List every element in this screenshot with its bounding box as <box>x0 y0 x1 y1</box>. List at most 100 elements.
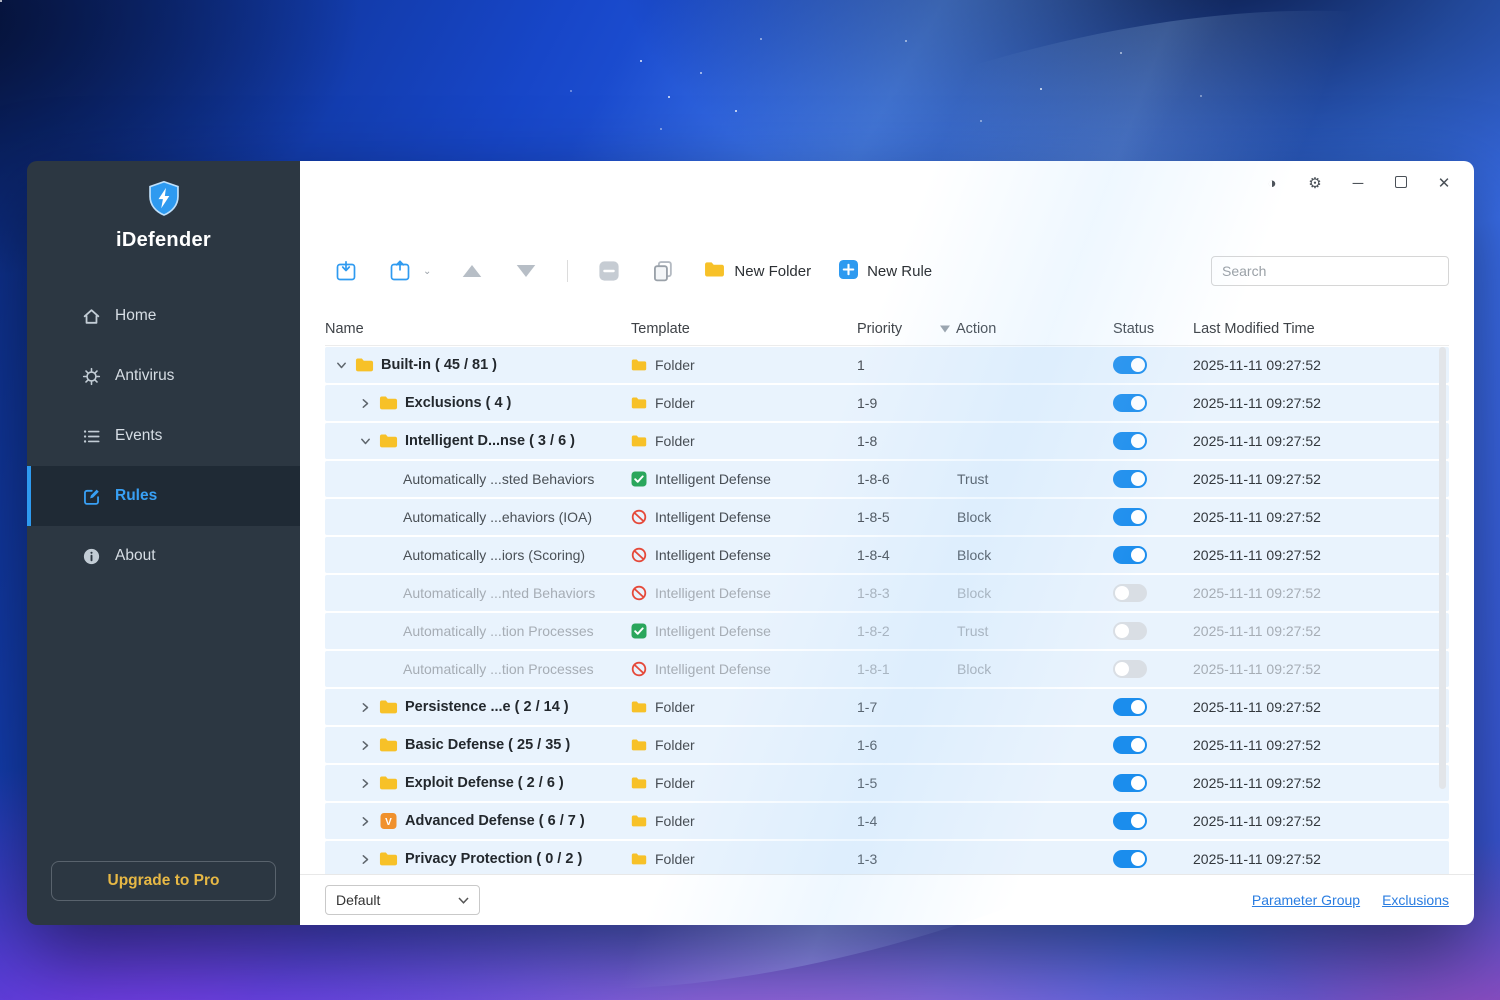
priority-cell: 1-8-3 <box>857 585 890 601</box>
column-header-status[interactable]: Status <box>1113 321 1193 337</box>
sidebar-item-label: Home <box>115 307 157 324</box>
template-cell: Folder <box>631 851 857 867</box>
template-label: Folder <box>655 737 695 753</box>
table-row[interactable]: Intelligent D...nse ( 3 / 6 ) Folder 1-8 20… <box>325 423 1449 459</box>
upgrade-to-pro-button[interactable]: Upgrade to Pro <box>51 861 276 901</box>
status-cell <box>1113 622 1193 640</box>
expander-expand-icon[interactable] <box>359 777 372 790</box>
folder-icon <box>355 357 374 373</box>
expander-collapse-icon[interactable] <box>359 435 372 448</box>
table-row[interactable]: Automatically ...iors (Scoring) Intellige… <box>325 537 1449 573</box>
sidebar-item-home[interactable]: Home <box>27 286 300 346</box>
expander-expand-icon[interactable] <box>359 739 372 752</box>
parameter-group-link[interactable]: Parameter Group <box>1252 892 1360 908</box>
status-cell <box>1113 850 1193 868</box>
table-row[interactable]: Automatically ...tion Processes Intellige… <box>325 651 1449 687</box>
sidebar-item-about[interactable]: About <box>27 526 300 586</box>
theme-contrast-icon[interactable]: ◑ <box>1264 176 1280 192</box>
priority-cell: 1-8 <box>857 433 878 449</box>
table-row[interactable]: Exploit Defense ( 2 / 6 ) Folder 1-5 2025-1… <box>325 765 1449 801</box>
expander-collapse-icon[interactable] <box>335 359 348 372</box>
status-toggle[interactable] <box>1113 736 1147 754</box>
rule-name-cell: Automatically ...tion Processes <box>325 661 631 677</box>
table-row[interactable]: Basic Defense ( 25 / 35 ) Folder 1-6 2025-1… <box>325 727 1449 763</box>
modified-time-cell: 2025-11-11 09:27:52 <box>1193 547 1321 563</box>
table-row[interactable]: Automatically ...tion Processes Intellige… <box>325 613 1449 649</box>
vertical-scrollbar[interactable] <box>1439 347 1446 789</box>
status-toggle[interactable] <box>1113 432 1147 450</box>
expander-expand-icon[interactable] <box>359 397 372 410</box>
new-folder-button[interactable]: New Folder <box>704 260 811 283</box>
folder-icon <box>379 699 398 715</box>
home-icon <box>82 307 101 326</box>
export-options-caret-icon[interactable]: ⌄ <box>423 266 431 277</box>
template-cell: Intelligent Defense <box>631 471 857 487</box>
column-header-modified[interactable]: Last Modified Time <box>1193 321 1449 337</box>
status-toggle[interactable] <box>1113 470 1147 488</box>
rule-name: Advanced Defense ( 6 / 7 ) <box>405 813 585 829</box>
modified-time-cell: 2025-11-11 09:27:52 <box>1193 395 1321 411</box>
action-cell: Trust <box>957 471 989 487</box>
expander-expand-icon[interactable] <box>359 815 372 828</box>
block-prohibit-icon <box>631 547 647 563</box>
search-input[interactable] <box>1211 256 1449 286</box>
status-toggle[interactable] <box>1113 622 1147 640</box>
svg-text:V: V <box>385 817 392 828</box>
priority-cell: 1-5 <box>857 775 878 791</box>
rule-name: Built-in ( 45 / 81 ) <box>381 357 498 373</box>
table-row[interactable]: V Advanced Defense ( 6 / 7 ) Folder 1-4 2025… <box>325 803 1449 839</box>
modified-time-cell: 2025-11-11 09:27:52 <box>1193 471 1321 487</box>
move-up-icon[interactable] <box>459 258 485 284</box>
export-rules-icon[interactable] <box>387 258 413 284</box>
action-filter-icon[interactable] <box>940 325 950 333</box>
move-down-icon[interactable] <box>513 258 539 284</box>
group-select-dropdown[interactable]: Default <box>325 885 480 915</box>
status-toggle[interactable] <box>1113 774 1147 792</box>
status-toggle[interactable] <box>1113 546 1147 564</box>
new-rule-button[interactable]: New Rule <box>839 259 932 283</box>
sidebar-item-events[interactable]: Events <box>27 406 300 466</box>
table-row[interactable]: Exclusions ( 4 ) Folder 1-9 2025-11-11 09:2… <box>325 385 1449 421</box>
sidebar-item-rules[interactable]: Rules <box>27 466 300 526</box>
column-header-name[interactable]: Name <box>325 321 631 337</box>
table-row[interactable]: Built-in ( 45 / 81 ) Folder 1 2025-11-11 09… <box>325 347 1449 383</box>
minimize-icon[interactable]: ─ <box>1350 176 1366 192</box>
status-toggle[interactable] <box>1113 850 1147 868</box>
status-toggle[interactable] <box>1113 660 1147 678</box>
template-label: Folder <box>655 851 695 867</box>
status-toggle[interactable] <box>1113 508 1147 526</box>
close-icon[interactable]: ✕ <box>1436 176 1452 192</box>
table-row[interactable]: Automatically ...nted Behaviors Intellige… <box>325 575 1449 611</box>
status-toggle[interactable] <box>1113 356 1147 374</box>
expander-expand-icon[interactable] <box>359 853 372 866</box>
maximize-icon[interactable] <box>1393 176 1409 192</box>
priority-cell: 1 <box>857 357 865 373</box>
template-cell: Folder <box>631 775 857 791</box>
table-row[interactable]: Automatically ...sted Behaviors Intellige… <box>325 461 1449 497</box>
sidebar-item-antivirus[interactable]: Antivirus <box>27 346 300 406</box>
status-toggle[interactable] <box>1113 698 1147 716</box>
template-label: Folder <box>655 813 695 829</box>
priority-cell: 1-6 <box>857 737 878 753</box>
table-row[interactable]: Persistence ...e ( 2 / 14 ) Folder 1-7 2025… <box>325 689 1449 725</box>
expander-expand-icon[interactable] <box>359 701 372 714</box>
app-logo-area: iDefender <box>27 161 300 252</box>
template-cell: Intelligent Defense <box>631 661 857 677</box>
chevron-down-icon <box>458 896 469 904</box>
import-rules-icon[interactable] <box>333 258 359 284</box>
status-toggle[interactable] <box>1113 584 1147 602</box>
idefender-window: iDefender Home Antivirus Events Rules About … <box>27 161 1474 925</box>
column-header-template[interactable]: Template <box>631 321 857 337</box>
copy-rule-icon[interactable] <box>650 258 676 284</box>
delete-rule-icon[interactable] <box>596 258 622 284</box>
status-toggle[interactable] <box>1113 394 1147 412</box>
table-row[interactable]: Privacy Protection ( 0 / 2 ) Folder 1-3 202… <box>325 841 1449 874</box>
action-cell: Block <box>957 585 992 601</box>
rule-name: Automatically ...tion Processes <box>403 623 594 639</box>
status-toggle[interactable] <box>1113 812 1147 830</box>
exclusions-link[interactable]: Exclusions <box>1382 892 1449 908</box>
table-row[interactable]: Automatically ...ehaviors (IOA) Intellige… <box>325 499 1449 535</box>
column-header-action[interactable]: Action <box>940 321 1113 337</box>
status-cell <box>1113 356 1193 374</box>
settings-gear-icon[interactable]: ⚙ <box>1307 176 1323 192</box>
